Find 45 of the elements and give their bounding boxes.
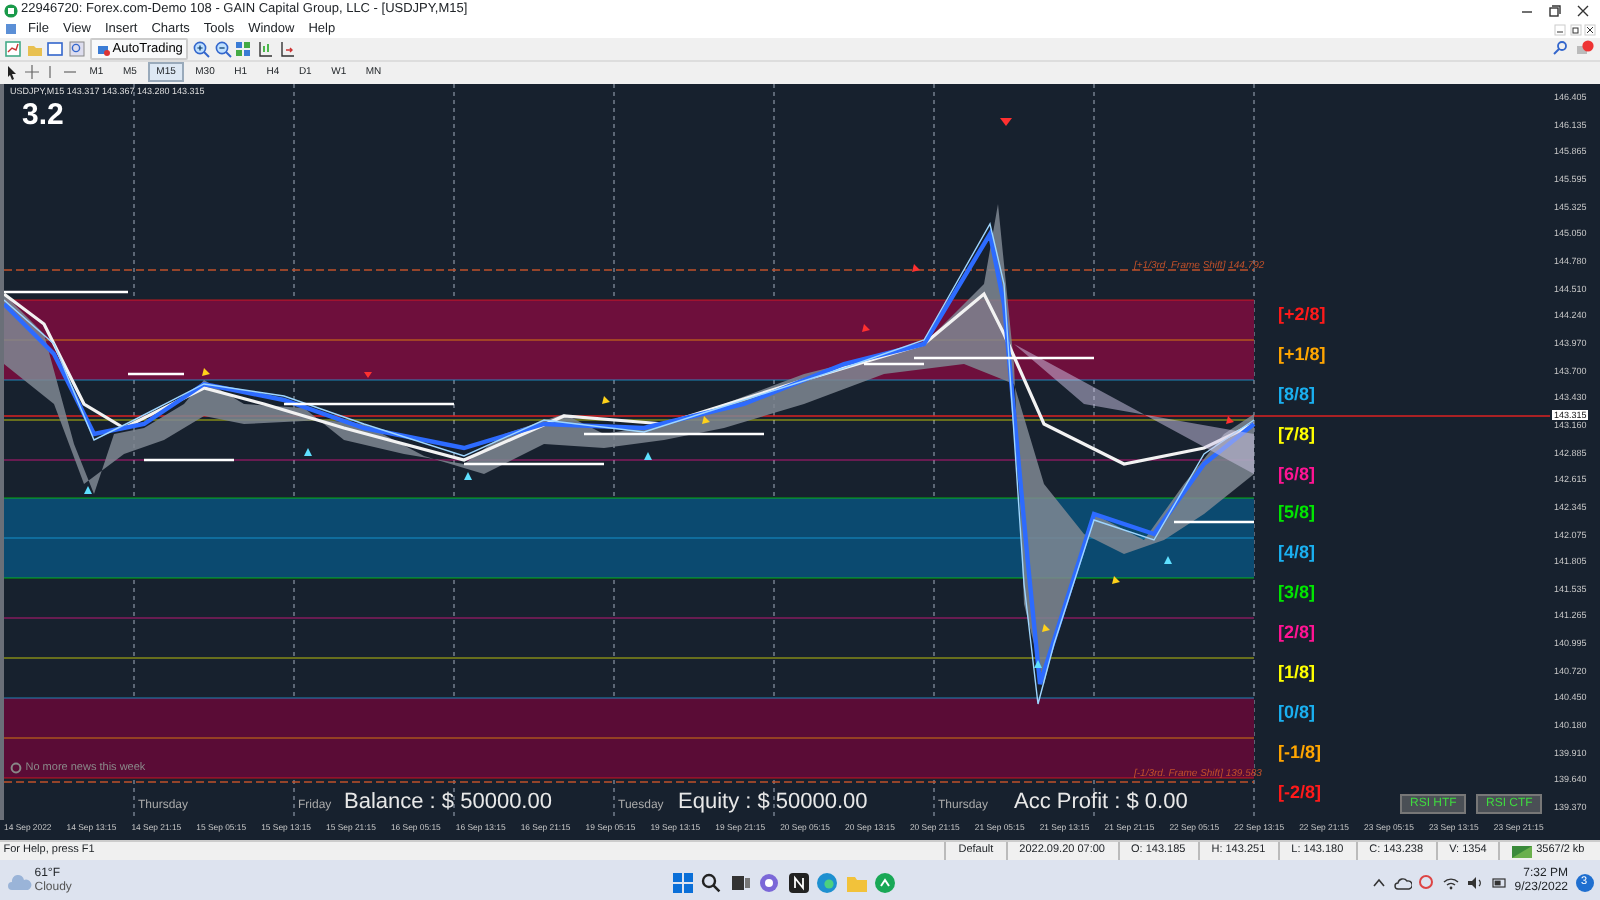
notification-icon[interactable]: [1575, 40, 1593, 58]
speaker-icon[interactable]: [1466, 875, 1485, 889]
murrey-level-label: [8/8]: [1278, 382, 1316, 408]
new-chart-icon[interactable]: [3, 40, 22, 58]
minimize-icon[interactable]: [1553, 23, 1566, 35]
search-icon[interactable]: [700, 871, 723, 893]
chat-icon[interactable]: [758, 871, 781, 893]
autoscroll-icon[interactable]: [277, 40, 296, 58]
notes-app-icon[interactable]: [787, 871, 810, 893]
zoom-in-icon[interactable]: [191, 40, 210, 58]
start-icon[interactable]: [671, 871, 694, 893]
battery-icon[interactable]: [1491, 875, 1508, 889]
window-icon[interactable]: [46, 40, 65, 58]
murrey-level-label: [+2/8]: [1278, 302, 1326, 328]
close-icon[interactable]: [1584, 23, 1597, 35]
chevron-up-icon[interactable]: [1372, 875, 1387, 889]
murrey-level-label: [-1/8]: [1278, 740, 1322, 766]
murrey-level-label: [6/8]: [1278, 462, 1316, 488]
document-icon: [3, 22, 18, 36]
account-text: Acc Profit : $ 0.00: [1014, 790, 1188, 814]
murrey-level-label: [0/8]: [1278, 700, 1316, 726]
account-text: Balance : $ 50000.00: [344, 790, 552, 814]
task-view-icon[interactable]: [729, 871, 752, 893]
version-label: 3.2: [22, 96, 64, 136]
connection-bars-icon: [1512, 845, 1533, 857]
chart-shift-icon[interactable]: [256, 40, 275, 58]
murrey-level-label: [-2/8]: [1278, 780, 1322, 806]
restore-icon[interactable]: [1569, 23, 1581, 35]
restore-icon[interactable]: [1547, 3, 1562, 17]
murrey-level-label: [+1/8]: [1278, 342, 1326, 368]
tile-windows-icon[interactable]: [234, 40, 253, 58]
murrey-level-label: [2/8]: [1278, 620, 1316, 646]
account-text: Equity : $ 50000.00: [678, 790, 868, 814]
murrey-level-label: [5/8]: [1278, 500, 1316, 526]
magnifier-icon[interactable]: [68, 40, 86, 58]
murrey-level-label: [4/8]: [1278, 540, 1316, 566]
murrey-level-label: [3/8]: [1278, 580, 1316, 606]
wifi-icon[interactable]: [1441, 875, 1460, 889]
zoom-out-icon[interactable]: [213, 40, 232, 58]
trading-app-icon[interactable]: [874, 871, 897, 893]
murrey-level-label: [7/8]: [1278, 422, 1316, 448]
cloud-icon[interactable]: [1393, 875, 1412, 889]
close-icon[interactable]: [1575, 3, 1590, 17]
murrey-level-label: [1/8]: [1278, 660, 1316, 686]
cursor-icon[interactable]: [3, 64, 20, 80]
